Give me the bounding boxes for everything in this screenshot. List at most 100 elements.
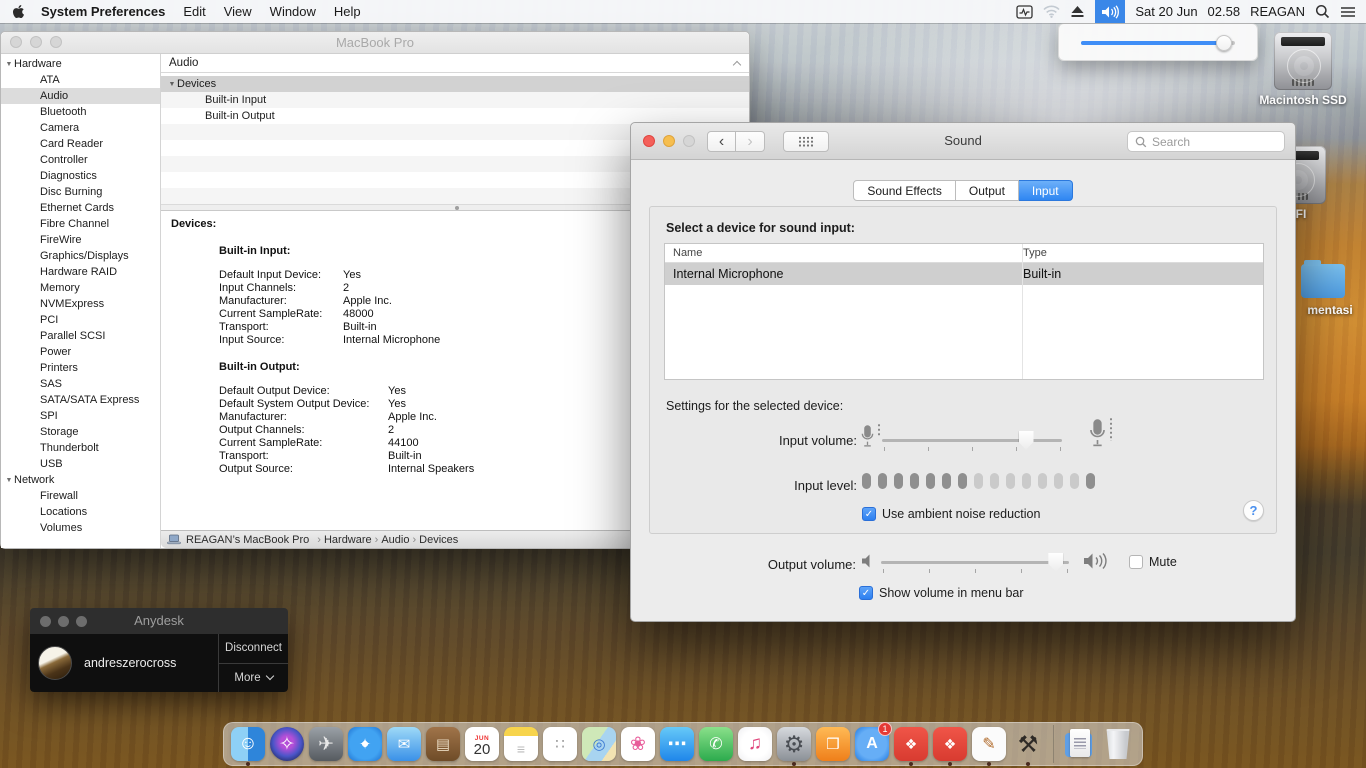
- tree-row-built-in-input[interactable]: Built-in Input: [161, 92, 749, 108]
- sidebar-item-usb[interactable]: USB: [1, 456, 160, 472]
- tree-row-devices[interactable]: ▼Devices: [161, 76, 749, 92]
- sidebar-item-sata-sata-express[interactable]: SATA/SATA Express: [1, 392, 160, 408]
- menu-window[interactable]: Window: [270, 4, 316, 19]
- sidebar-item-parallel-scsi[interactable]: Parallel SCSI: [1, 328, 160, 344]
- sidebar-item-nvmexpress[interactable]: NVMExpress: [1, 296, 160, 312]
- close-button[interactable]: [40, 616, 51, 627]
- desktop-icon-macintosh-ssd[interactable]: Macintosh SSD: [1258, 32, 1348, 107]
- checkbox-icon[interactable]: ✓: [1129, 555, 1143, 569]
- dock-maps[interactable]: ◎: [582, 724, 616, 764]
- search-input[interactable]: Search: [1127, 131, 1285, 152]
- app-menu-title[interactable]: System Preferences: [41, 4, 165, 19]
- volume-popup-knob[interactable]: [1216, 35, 1232, 51]
- dock-app-store[interactable]: A1: [855, 724, 889, 764]
- spotlight-search-icon[interactable]: [1315, 4, 1330, 19]
- dock-preview[interactable]: ✎: [972, 724, 1006, 764]
- sidebar-item-disc-burning[interactable]: Disc Burning: [1, 184, 160, 200]
- close-button[interactable]: [643, 135, 655, 147]
- sidebar-item-locations[interactable]: Locations: [1, 504, 160, 520]
- pane-header[interactable]: Audio: [161, 54, 749, 73]
- forward-button[interactable]: ›: [736, 131, 765, 152]
- tab-sound-effects[interactable]: Sound Effects: [853, 180, 956, 201]
- mute-checkbox[interactable]: ✓ Mute: [1129, 555, 1177, 569]
- sidebar-item-ata[interactable]: ATA: [1, 72, 160, 88]
- menu-bar-time[interactable]: 02.58: [1208, 4, 1241, 19]
- disconnect-button[interactable]: Disconnect: [219, 634, 288, 663]
- dock-siri[interactable]: ✧: [270, 724, 304, 764]
- dock-system-preferences[interactable]: ⚙: [777, 724, 811, 764]
- ambient-noise-checkbox[interactable]: ✓ Use ambient noise reduction: [862, 507, 1040, 521]
- volume-popup-track[interactable]: [1081, 41, 1235, 45]
- dock-contacts[interactable]: ▤: [426, 724, 460, 764]
- window-title-bar[interactable]: Anydesk: [30, 608, 288, 634]
- dock-ic-tool[interactable]: ⚒: [1011, 724, 1045, 764]
- dock-facetime[interactable]: ✆: [699, 724, 733, 764]
- window-title-bar[interactable]: ‹ › Sound Search: [631, 123, 1295, 160]
- output-volume-track[interactable]: [881, 561, 1069, 564]
- sidebar-item-hardware[interactable]: ▼Hardware: [1, 56, 160, 72]
- sidebar-item-bluetooth[interactable]: Bluetooth: [1, 104, 160, 120]
- sidebar-item-thunderbolt[interactable]: Thunderbolt: [1, 440, 160, 456]
- input-volume-track[interactable]: [882, 439, 1062, 442]
- sidebar-item-volumes[interactable]: Volumes: [1, 520, 160, 536]
- tab-output[interactable]: Output: [956, 180, 1019, 201]
- dock-finder[interactable]: ☺: [231, 724, 265, 764]
- sidebar-item-printers[interactable]: Printers: [1, 360, 160, 376]
- dock-anydesk[interactable]: ❖: [894, 724, 928, 764]
- sidebar-item-storage[interactable]: Storage: [1, 424, 160, 440]
- menu-view[interactable]: View: [224, 4, 252, 19]
- tab-input[interactable]: Input: [1019, 180, 1073, 201]
- sidebar-item-firewire[interactable]: FireWire: [1, 232, 160, 248]
- dock-reminders[interactable]: ∷: [543, 724, 577, 764]
- sidebar-item-controller[interactable]: Controller: [1, 152, 160, 168]
- dock-trash[interactable]: [1101, 724, 1135, 764]
- dock-safari[interactable]: ✦: [348, 724, 382, 764]
- help-button[interactable]: ?: [1243, 500, 1264, 521]
- sidebar-item-diagnostics[interactable]: Diagnostics: [1, 168, 160, 184]
- sidebar-item-power[interactable]: Power: [1, 344, 160, 360]
- back-button[interactable]: ‹: [707, 131, 736, 152]
- sidebar-item-pci[interactable]: PCI: [1, 312, 160, 328]
- apple-menu-icon[interactable]: [12, 4, 25, 19]
- volume-popup-slider[interactable]: [1081, 35, 1235, 51]
- window-title-bar[interactable]: MacBook Pro: [1, 32, 749, 54]
- output-volume-slider[interactable]: [881, 553, 1069, 577]
- sidebar-item-card-reader[interactable]: Card Reader: [1, 136, 160, 152]
- zoom-button[interactable]: [76, 616, 87, 627]
- dock-anydesk-2[interactable]: ❖: [933, 724, 967, 764]
- sidebar-item-audio[interactable]: Audio: [1, 88, 160, 104]
- show-all-button[interactable]: [783, 131, 829, 152]
- minimize-button[interactable]: [30, 36, 42, 48]
- device-row-internal-microphone[interactable]: Internal MicrophoneBuilt-in: [665, 263, 1263, 285]
- dock-downloads-doc[interactable]: [1062, 724, 1096, 764]
- sidebar-item-ethernet-cards[interactable]: Ethernet Cards: [1, 200, 160, 216]
- sidebar-item-sas[interactable]: SAS: [1, 376, 160, 392]
- menu-bar-date[interactable]: Sat 20 Jun: [1135, 4, 1197, 19]
- sidebar-item-hardware-raid[interactable]: Hardware RAID: [1, 264, 160, 280]
- input-volume-slider[interactable]: [882, 431, 1062, 455]
- dock-ibooks[interactable]: ❒: [816, 724, 850, 764]
- activity-monitor-icon[interactable]: [1016, 5, 1033, 19]
- sidebar-item-graphics-displays[interactable]: Graphics/Displays: [1, 248, 160, 264]
- dock-notes[interactable]: ≡: [504, 724, 538, 764]
- show-volume-checkbox[interactable]: ✓ Show volume in menu bar: [859, 586, 1024, 600]
- sidebar-item-memory[interactable]: Memory: [1, 280, 160, 296]
- wifi-icon[interactable]: [1043, 5, 1060, 18]
- dock-calendar[interactable]: JUN20: [465, 724, 499, 764]
- dock-photos[interactable]: ❀: [621, 724, 655, 764]
- sidebar-item-spi[interactable]: SPI: [1, 408, 160, 424]
- sidebar-item-camera[interactable]: Camera: [1, 120, 160, 136]
- minimize-button[interactable]: [58, 616, 69, 627]
- dock-itunes[interactable]: ♫: [738, 724, 772, 764]
- close-button[interactable]: [10, 36, 22, 48]
- more-button[interactable]: More: [219, 663, 288, 693]
- dock-messages[interactable]: ⋯: [660, 724, 694, 764]
- dock-mail[interactable]: ✉: [387, 724, 421, 764]
- eject-icon[interactable]: [1070, 5, 1085, 18]
- dock-launchpad[interactable]: ✈: [309, 724, 343, 764]
- notification-center-icon[interactable]: [1340, 6, 1356, 18]
- menu-edit[interactable]: Edit: [183, 4, 205, 19]
- sidebar-item-network[interactable]: ▼Network: [1, 472, 160, 488]
- volume-menu-icon[interactable]: [1095, 0, 1125, 23]
- sidebar-item-fibre-channel[interactable]: Fibre Channel: [1, 216, 160, 232]
